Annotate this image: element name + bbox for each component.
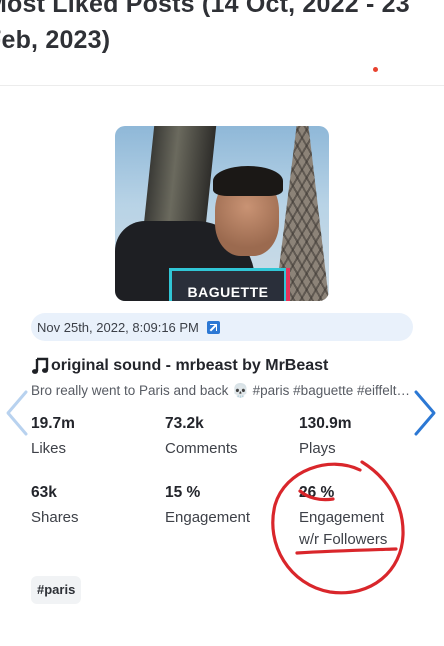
notification-dot	[373, 67, 378, 72]
stat-plays: 130.9m Plays	[299, 414, 419, 460]
stat-value: 63k	[31, 484, 57, 501]
stat-engagement-followers: 26 % Engagement w/r Followers	[299, 483, 399, 551]
sound-row: original sound - mrbeast by MrBeast	[31, 357, 328, 375]
page-title: Most Liked Posts (14 Oct, 2022 - 23 Feb,…	[0, 0, 410, 54]
stat-label: Likes	[31, 440, 67, 457]
chevron-left-icon[interactable]	[4, 388, 30, 438]
stat-label: Engagement w/r Followers	[299, 509, 388, 548]
music-note-icon	[32, 357, 49, 374]
thumbnail-person-hair	[213, 166, 283, 196]
stat-shares: 63k Shares	[31, 483, 151, 529]
post-description: Bro really went to Paris and back 💀 #par…	[31, 383, 415, 398]
stat-value: 73.2k	[165, 415, 204, 432]
stat-label: Shares	[31, 509, 79, 526]
post-thumbnail[interactable]: BAGUETTE	[115, 126, 329, 301]
stat-label: Engagement	[165, 509, 251, 526]
post-date-pill: Nov 25th, 2022, 8:09:16 PM	[31, 313, 413, 341]
stat-label: Comments	[165, 440, 238, 457]
external-link-icon[interactable]	[206, 320, 220, 334]
stat-label: Plays	[299, 440, 336, 457]
stat-value: 15 %	[165, 484, 201, 501]
stat-value: 26 %	[299, 484, 335, 501]
sound-name[interactable]: original sound - mrbeast by MrBeast	[51, 357, 328, 375]
thumbnail-caption: BAGUETTE	[169, 268, 290, 301]
post-date: Nov 25th, 2022, 8:09:16 PM	[37, 319, 199, 335]
hashtag-chip[interactable]: #paris	[31, 576, 82, 604]
stat-likes: 19.7m Likes	[31, 414, 151, 460]
stat-value: 19.7m	[31, 415, 75, 432]
stat-engagement: 15 % Engagement	[165, 483, 285, 529]
stat-comments: 73.2k Comments	[165, 414, 285, 460]
stat-value: 130.9m	[299, 415, 352, 432]
